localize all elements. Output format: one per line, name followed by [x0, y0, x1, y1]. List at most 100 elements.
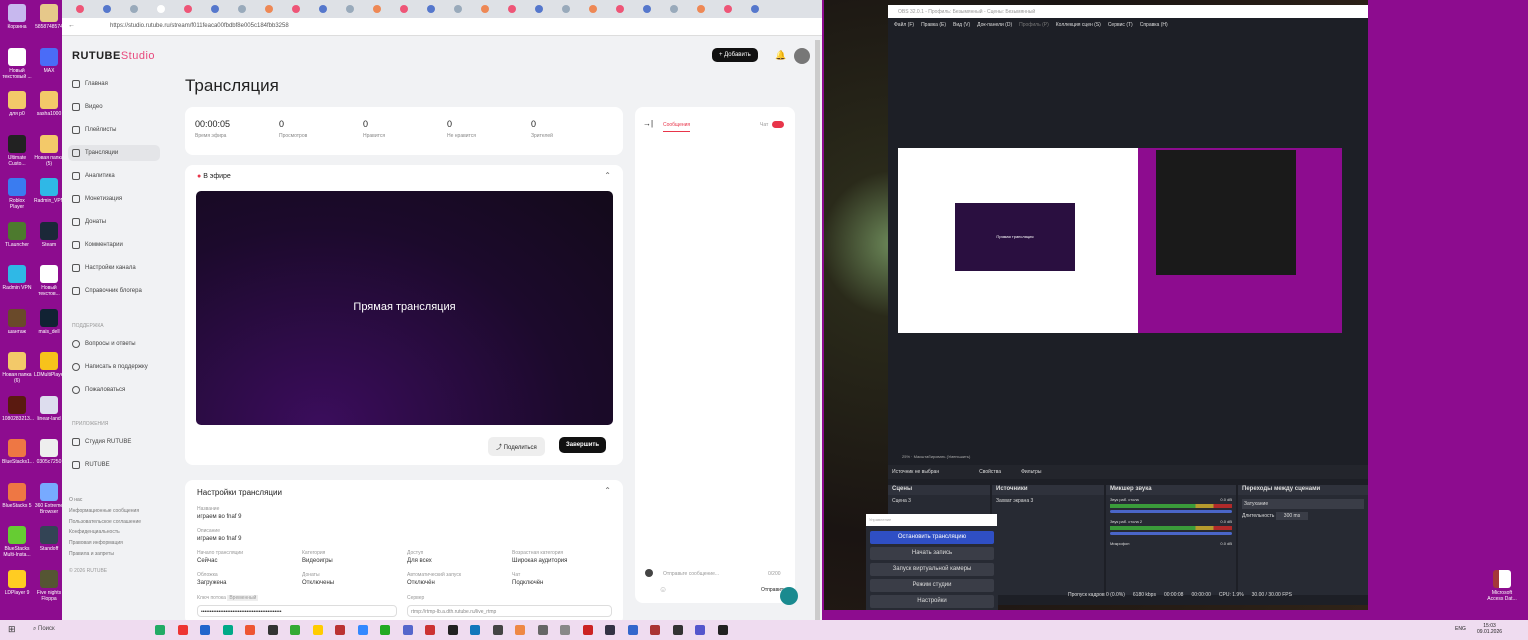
description-value[interactable]: играем во fnaf 9 — [197, 536, 241, 542]
app-link[interactable]: Студия RUTUBE — [72, 438, 131, 446]
desktop-icon[interactable]: Radmin_VPN — [34, 178, 64, 204]
preview-zoom[interactable]: 25% · Масштабировать (Уменьшить) — [902, 454, 970, 459]
sidebar-item[interactable]: Справочник блогера — [72, 287, 142, 295]
desktop-icon[interactable]: 5858748574 — [34, 4, 64, 30]
desktop-icon[interactable]: MAX — [34, 47, 64, 74]
desktop-icon[interactable]: Новый текстовый ... — [2, 47, 32, 80]
start-icon[interactable]: ⊞ — [8, 624, 16, 635]
clock[interactable]: 15:03 09.01.2026 — [1477, 623, 1502, 635]
sidebar-item[interactable]: Настройки канала — [72, 264, 136, 272]
taskbar-app[interactable] — [695, 625, 705, 635]
taskbar-app[interactable] — [335, 625, 345, 635]
desktop-icon[interactable]: Radmin VPN — [2, 265, 32, 291]
taskbar-app[interactable] — [155, 625, 165, 635]
desktop-icon[interactable]: Five nights Floppa — [34, 569, 64, 602]
browser-tab[interactable] — [373, 5, 381, 13]
footer-link[interactable]: Информационные сообщения — [69, 508, 139, 514]
taskbar-app[interactable] — [627, 625, 638, 635]
collapse-chat-icon[interactable]: →| — [643, 119, 653, 128]
desktop-icon[interactable]: 360 Extreme Browser — [34, 482, 64, 515]
browser-tab[interactable] — [697, 5, 705, 13]
desktop-icon[interactable]: sasha1000 — [34, 91, 64, 117]
browser-tab[interactable] — [319, 5, 327, 13]
desktop-icon[interactable]: mais_dell — [34, 308, 64, 335]
taskbar-app[interactable] — [492, 625, 503, 635]
obs-menu-item[interactable]: Сервис (T) — [1108, 22, 1133, 28]
taskbar-app[interactable] — [470, 625, 480, 635]
taskbar-app[interactable] — [357, 625, 368, 635]
desktop-icon[interactable]: Standoff — [34, 526, 64, 552]
desktop-icon[interactable]: 0305c7250 — [34, 439, 64, 465]
sidebar-item[interactable]: Плейлисты — [72, 126, 116, 134]
browser-tab[interactable] — [562, 5, 570, 13]
taskbar-app[interactable] — [380, 625, 390, 635]
sidebar-item[interactable]: Главная — [72, 80, 108, 88]
browser-tab[interactable] — [184, 5, 192, 13]
properties-button[interactable]: Свойства — [979, 469, 1001, 475]
browser-tab[interactable] — [589, 5, 597, 13]
browser-tab[interactable] — [454, 5, 462, 13]
taskbar-app[interactable] — [560, 625, 570, 635]
desktop-icon[interactable]: TLauncher — [2, 221, 32, 248]
desktop-icon-access[interactable]: Microsoft Access Dat... — [1487, 570, 1517, 602]
tab-strip[interactable] — [62, 0, 822, 18]
browser-tab[interactable] — [157, 5, 165, 13]
browser-tab[interactable] — [535, 5, 543, 13]
desktop-icon[interactable]: Ultimate Custo... — [2, 134, 32, 167]
browser-tab[interactable] — [400, 5, 408, 13]
desktop-icon[interactable]: Корзина — [2, 4, 32, 30]
scrollbar[interactable] — [815, 40, 820, 620]
desktop-icon[interactable]: BlueStacks 5 — [2, 482, 32, 509]
title-value[interactable]: играем во fnaf 9 — [197, 514, 241, 520]
footer-link[interactable]: О нас — [69, 497, 82, 503]
obs-preview[interactable]: Прямая трансляция — [898, 148, 1342, 333]
obs-menu-item[interactable]: Правка (E) — [921, 22, 946, 28]
browser-tab[interactable] — [643, 5, 651, 13]
taskbar-app[interactable] — [177, 625, 188, 635]
share-button[interactable]: ⤴ Поделиться — [488, 437, 545, 456]
taskbar-app[interactable] — [425, 625, 435, 635]
chat-toggle[interactable] — [772, 121, 784, 128]
obs-menu-item[interactable]: Справка (H) — [1140, 22, 1168, 28]
footer-link[interactable]: Конфиденциальность — [69, 529, 120, 535]
desktop-icon[interactable]: Roblox Player — [2, 178, 32, 210]
rutube-logo[interactable]: RUTUBEStudio — [72, 50, 155, 62]
desktop-icon[interactable]: Steam — [34, 221, 64, 248]
footer-link[interactable]: Правовая информация — [69, 540, 123, 546]
sidebar-item[interactable]: Комментарии — [72, 241, 123, 249]
stream-key-field[interactable]: ••••••••••••••••••••••••••••••••••••••••… — [197, 605, 397, 617]
transition-select[interactable]: Затухание — [1242, 499, 1364, 509]
taskbar-app[interactable] — [267, 625, 278, 635]
browser-tab[interactable] — [265, 5, 273, 13]
sidebar-item[interactable]: Видео — [72, 103, 103, 111]
taskbar-app[interactable] — [402, 625, 413, 635]
obs-control-button[interactable]: Остановить трансляцию — [870, 531, 994, 544]
url-text[interactable]: https://studio.rutube.ru/stream/f011feac… — [110, 23, 289, 29]
desktop-icon[interactable]: BlueStacks1... — [2, 439, 34, 465]
volume-slider[interactable] — [1110, 510, 1232, 513]
taskbar-app[interactable] — [245, 625, 255, 635]
address-bar[interactable]: ← https://studio.rutube.ru/stream/f011fe… — [62, 18, 822, 36]
browser-tab[interactable] — [211, 5, 219, 13]
language[interactable]: ENG — [1455, 626, 1466, 632]
desktop-icon[interactable]: LDPlayer 9 — [2, 569, 32, 596]
tab-messages[interactable]: Сообщения — [663, 122, 691, 132]
desktop-icon[interactable]: Новая папка (6) — [2, 352, 32, 384]
browser-tab[interactable] — [724, 5, 732, 13]
browser-tab[interactable] — [481, 5, 489, 13]
back-icon[interactable]: ← — [68, 22, 75, 29]
taskbar-app[interactable] — [222, 625, 233, 635]
sidebar-item[interactable]: Аналитика — [72, 172, 115, 180]
browser-tab[interactable] — [508, 5, 516, 13]
bell-icon[interactable]: 🔔 — [775, 50, 786, 61]
taskbar-app[interactable] — [605, 625, 615, 635]
desktop-icon[interactable]: 1080283213... — [2, 395, 34, 422]
browser-tab[interactable] — [670, 5, 678, 13]
add-button[interactable]: + Добавить — [712, 48, 758, 62]
sidebar-item[interactable]: Трансляции — [72, 149, 118, 157]
support-link[interactable]: Написать в поддержку — [72, 363, 148, 371]
browser-tab[interactable] — [616, 5, 624, 13]
duration-input[interactable]: 300 ms — [1275, 512, 1309, 520]
avatar[interactable] — [794, 48, 810, 64]
scene-item[interactable]: Сцена 3 — [888, 495, 990, 507]
